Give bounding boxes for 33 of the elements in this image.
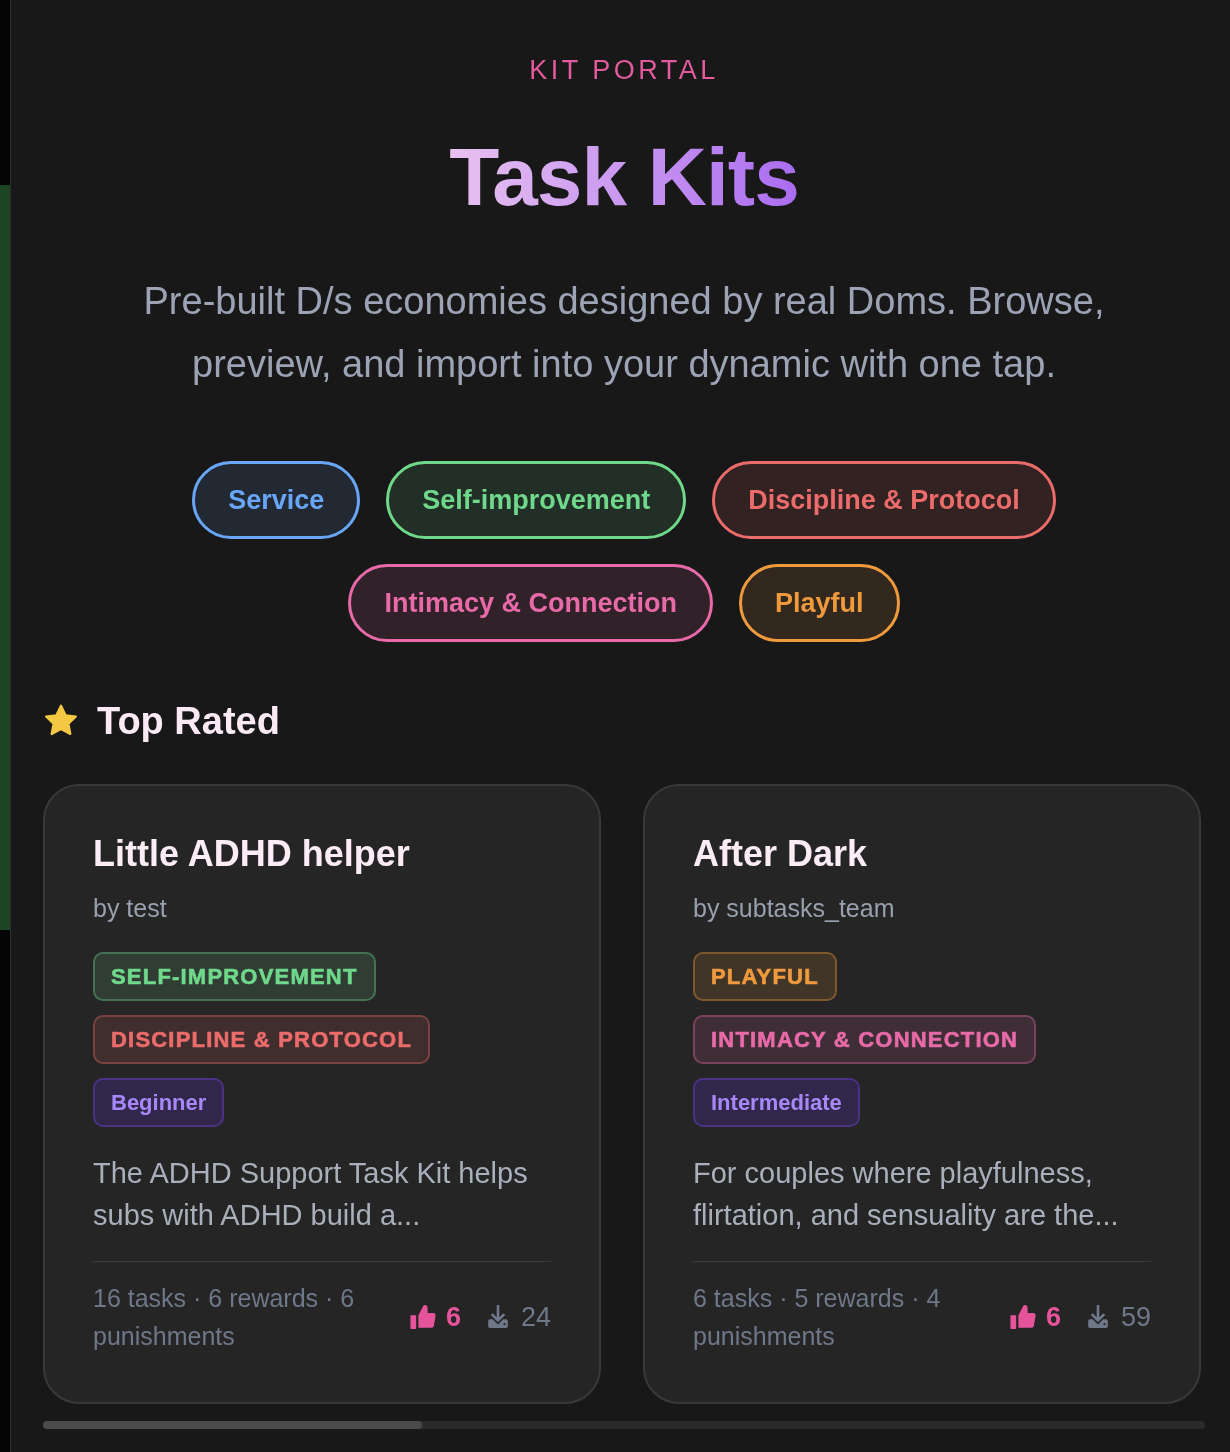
like-count: 6 — [445, 1301, 461, 1333]
page-subtitle: Pre-built D/s economies designed by real Doms. Browse, preview, and import into your dynamic with one tap. — [142, 279, 1106, 387]
horizontal-scrollbar[interactable] — [43, 1421, 1205, 1429]
section-title: Top Rated — [97, 699, 280, 744]
eyebrow-label: KIT PORTAL — [529, 54, 719, 87]
scrollbar-thumb[interactable] — [43, 1421, 422, 1429]
thumbs-up-icon — [1009, 1305, 1036, 1329]
category-filter-chip[interactable]: Intimacy & Connection — [348, 564, 713, 642]
category-tag: DISCIPLINE & PROTOCOL — [93, 1015, 431, 1064]
category-tag: INTIMACY & CONNECTION — [693, 1015, 1037, 1064]
category-filter-chip[interactable]: Self-improvement — [386, 461, 687, 539]
kit-title: Little ADHD helper — [93, 832, 411, 876]
category-filter-chip[interactable]: Discipline & Protocol — [712, 461, 1056, 539]
difficulty-tag: Intermediate — [693, 1078, 860, 1127]
kit-author: by test — [93, 893, 168, 924]
thumbs-up-icon — [409, 1305, 436, 1329]
kit-author: by subtasks_team — [693, 893, 896, 924]
kit-title: After Dark — [693, 832, 869, 876]
kit-card[interactable]: After Dark by subtasks_team PLAYFUL INTIMACY & CONNECTION Intermediate For couples where playfulness, flirtation, and sensuality are the... 6 tasks · 5 rewards · 4 punishments 6 59 — [643, 784, 1201, 1404]
like-count: 6 — [1045, 1301, 1061, 1333]
difficulty-tag: Beginner — [93, 1078, 225, 1127]
kit-card[interactable]: Little ADHD helper by test SELF-IMPROVEMENT DISCIPLINE & PROTOCOL Beginner The ADHD Support Task Kit helps subs with ADHD build a... 16 tasks · 6 rewards · 6 punishments 6 24 — [43, 784, 601, 1404]
kit-stats: 6 tasks · 5 rewards · 4 punishments — [693, 1283, 942, 1352]
category-filter-chip[interactable]: Playful — [739, 564, 900, 642]
download-count: 24 — [520, 1301, 551, 1333]
category-tag: SELF-IMPROVEMENT — [93, 952, 376, 1001]
star-icon — [43, 704, 79, 738]
download-count: 59 — [1120, 1301, 1151, 1333]
kit-description: The ADHD Support Task Kit helps subs with ADHD build a... — [93, 1156, 529, 1233]
kit-stats: 16 tasks · 6 rewards · 6 punishments — [93, 1283, 356, 1352]
kit-description: For couples where playfulness, flirtation, and sensuality are the... — [693, 1156, 1120, 1233]
category-filter-chip[interactable]: Service — [192, 461, 361, 539]
category-tag: PLAYFUL — [693, 952, 837, 1001]
